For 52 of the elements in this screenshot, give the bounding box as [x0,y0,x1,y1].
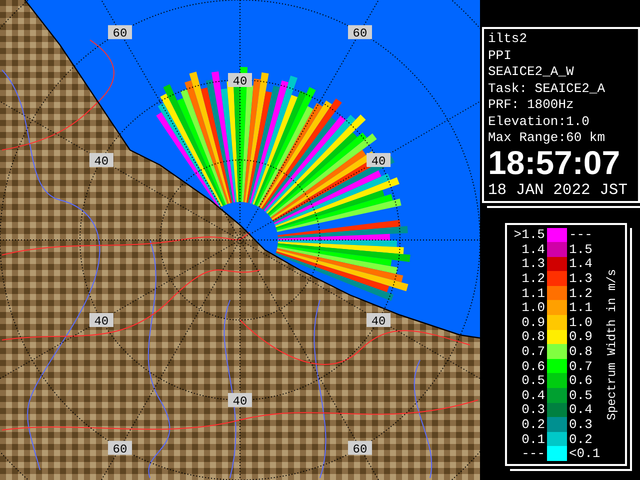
elevation-text: Elevation:1.0 [488,114,590,130]
range-label: 40 [366,153,391,168]
legend-label: 1.1 [520,286,545,301]
prf-text: PRF: 1800Hz [488,97,575,114]
legend-label: 0.8 [569,344,594,360]
legend-label: --- [520,446,545,462]
legend-label: 1.3 [520,256,545,272]
date-text: 18 JAN 2022 JST [488,180,629,200]
legend-label: 1.5 [569,242,594,257]
range-label: 60 [348,25,372,41]
legend-label: 0.3 [520,402,545,418]
range-label: 60 [108,440,132,456]
range-label: 40 [228,393,252,408]
legend-label: 0.8 [520,329,545,344]
legend-title: Spectrum Width in m/s [605,268,619,420]
legend-label: 1.4 [569,256,594,272]
legend-label: --- [569,227,594,242]
site-name: ilts2 [488,31,528,48]
legend-label: 1.2 [520,271,545,286]
range-label: 60 [108,25,132,41]
legend-label: 1.4 [520,242,545,257]
scan-type: PPI [488,48,512,64]
range-label: 40 [89,153,114,168]
task-text: Task: SEAICE2_A [488,80,606,97]
legend-label: 1.0 [520,300,545,316]
legend-label: 1.0 [569,314,594,330]
legend-label: 0.5 [569,388,594,403]
legend-label: 0.2 [520,417,545,432]
legend-label: 0.4 [569,402,594,418]
legend-label: 0.5 [520,373,545,388]
max-range-text: Max Range:60 km [488,130,606,146]
legend-label: >1.5 [512,227,545,242]
legend-label: 0.4 [520,388,545,403]
legend-label: <0.1 [569,446,602,462]
legend-label: 1.2 [569,286,594,301]
legend-label: 0.1 [520,432,545,447]
legend-label: 0.7 [569,358,594,374]
legend-label: 0.9 [569,329,594,344]
legend-label: 0.7 [520,344,545,360]
legend-label: 1.1 [569,300,594,316]
legend-label: 0.3 [569,417,594,432]
legend-label: 0.6 [520,358,545,374]
time-text: 18:57:07 [488,146,622,178]
legend-label: 1.3 [569,271,594,286]
product-name: SEAICE2_A_W [488,64,575,80]
range-label: 40 [89,313,114,328]
range-label: 60 [348,440,372,456]
range-label: 40 [366,313,391,328]
legend-label: 0.6 [569,373,594,388]
legend-label: 0.9 [520,314,545,330]
range-label: 40 [228,73,252,88]
legend-label: 0.2 [569,432,594,447]
